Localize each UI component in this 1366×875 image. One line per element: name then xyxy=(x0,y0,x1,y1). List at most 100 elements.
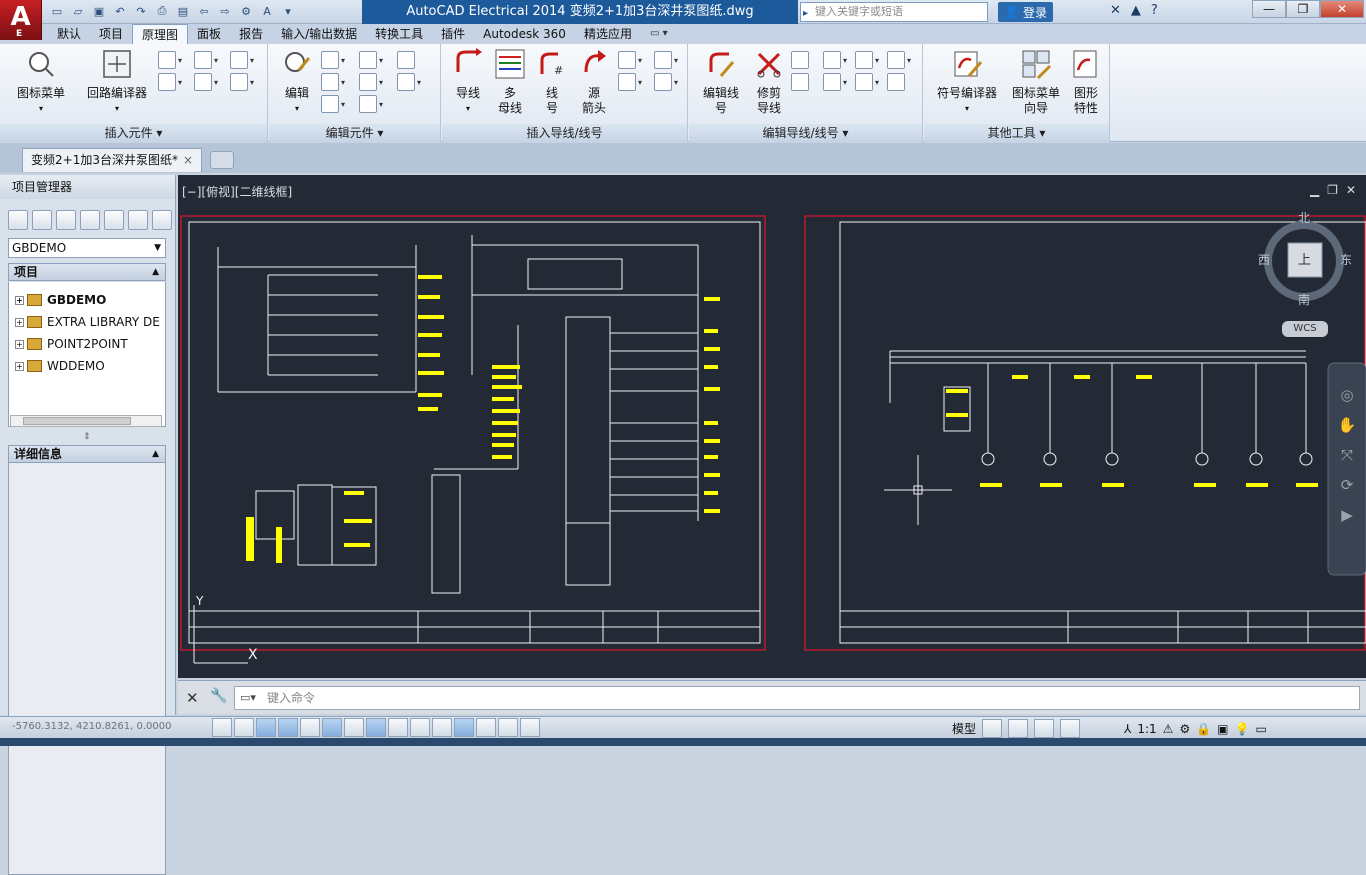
forward-icon[interactable]: ⇨ xyxy=(216,2,234,20)
tree-item-point2point[interactable]: + POINT2POINT xyxy=(15,334,128,354)
new-tab-button[interactable] xyxy=(210,151,234,169)
align-button[interactable] xyxy=(397,50,427,70)
selection-cycling-toggle[interactable] xyxy=(498,718,518,737)
expand-icon[interactable]: + xyxy=(15,295,24,305)
graphic-props-button[interactable]: 图形 特性 xyxy=(1068,48,1104,116)
open-icon[interactable]: ▱ xyxy=(69,2,87,20)
pan-icon[interactable]: ✋ xyxy=(1334,410,1360,440)
close-button[interactable]: ✕ xyxy=(1320,0,1364,18)
projects-header[interactable]: 项目 ▲ xyxy=(8,263,166,281)
hardware-acceleration-icon[interactable]: ▣ xyxy=(1217,722,1228,736)
jumper-button[interactable]: ▾ xyxy=(618,72,648,92)
new-project-icon[interactable] xyxy=(32,210,52,230)
insert-hydraulic-button[interactable]: ▾ xyxy=(194,50,224,70)
tab-schematic[interactable]: 原理图 xyxy=(132,24,189,44)
trim-wire-button[interactable]: 修剪 导线 xyxy=(749,48,789,116)
annotation-scale-icon[interactable]: ⅄ xyxy=(1124,722,1131,736)
object-snap-tracking-toggle[interactable] xyxy=(366,718,386,737)
quick-view-icon[interactable] xyxy=(1034,719,1055,738)
workspace-icon[interactable]: ⚙ xyxy=(1179,722,1190,736)
scoot-button[interactable]: ▾ xyxy=(359,72,389,92)
login-button[interactable]: 👤 登录 xyxy=(998,2,1053,22)
panel-title-other-tools[interactable]: 其他工具 ▾ xyxy=(924,124,1109,142)
delete-component-button[interactable]: ▾ xyxy=(321,50,351,70)
edit-wire-number-button[interactable]: 编辑线 号 xyxy=(699,48,743,116)
infer-constraints-toggle[interactable] xyxy=(212,718,232,737)
search-input[interactable]: ▸ 键入关键字或短语 xyxy=(800,2,988,22)
drawing-viewport[interactable]: [−][俯视][二维线框] ▁ ❐ ✕ Y X 北 南 东 西 上 WCS ◎ … xyxy=(178,175,1366,678)
toggle-no-nc-button[interactable]: ▾ xyxy=(397,72,427,92)
object-snap-toggle[interactable] xyxy=(322,718,342,737)
quick-view-drawings-icon[interactable] xyxy=(1060,719,1081,738)
text-icon[interactable]: A xyxy=(258,2,276,20)
redo-icon[interactable]: ↷ xyxy=(132,2,150,20)
settings-icon[interactable]: ⚙ xyxy=(237,2,255,20)
close-command-line-icon[interactable]: ✕ xyxy=(186,689,199,707)
clean-screen-icon[interactable]: ▭ xyxy=(1255,722,1266,736)
transparency-toggle[interactable] xyxy=(454,718,474,737)
viewcube-west[interactable]: 西 xyxy=(1258,251,1270,268)
wcs-menu[interactable]: WCS xyxy=(1282,321,1328,337)
collapse-details-icon[interactable]: ▲ xyxy=(152,446,159,462)
expand-icon[interactable]: + xyxy=(15,317,24,327)
annotation-visibility-icon[interactable]: ⚠ xyxy=(1163,722,1174,736)
steering-wheel-icon[interactable]: ◎ xyxy=(1334,380,1360,410)
plot-icon[interactable]: ⎙ xyxy=(153,2,171,20)
circuit-builder-button[interactable]: 回路编译器 ▾ xyxy=(84,48,150,116)
tab-featured-apps[interactable]: 精选应用 xyxy=(575,24,641,44)
delete-wire-number-button[interactable] xyxy=(791,50,821,70)
tree-horizontal-scrollbar[interactable] xyxy=(10,415,162,427)
tree-item-extra-library[interactable]: + EXTRA LIBRARY DE xyxy=(15,312,160,332)
back-icon[interactable]: ⇦ xyxy=(195,2,213,20)
wire-layer-button[interactable] xyxy=(887,72,917,92)
panel-title-edit-components[interactable]: 编辑元件 ▾ xyxy=(269,124,440,142)
lock-icon[interactable]: 🔒 xyxy=(1196,722,1211,736)
tab-reports[interactable]: 报告 xyxy=(230,24,272,44)
isolate-objects-icon[interactable]: 💡 xyxy=(1235,722,1250,736)
tab-default[interactable]: 默认 xyxy=(48,24,90,44)
annotation-monitor-toggle[interactable] xyxy=(520,718,540,737)
insert-connector-button[interactable]: ▾ xyxy=(230,72,260,92)
check-wire-button[interactable]: ▾ xyxy=(855,72,885,92)
viewcube-east[interactable]: 东 xyxy=(1340,251,1352,268)
insert-plc-button[interactable]: ▾ xyxy=(158,72,188,92)
grid-display-toggle[interactable] xyxy=(256,718,276,737)
viewcube-north[interactable]: 北 xyxy=(1298,209,1310,226)
lineweight-toggle[interactable] xyxy=(432,718,452,737)
application-menu-button[interactable]: AE xyxy=(0,0,42,40)
zoom-extents-icon[interactable]: ⤧ xyxy=(1334,440,1360,470)
icon-menu-wizard-button[interactable]: 图标菜单 向导 xyxy=(1008,48,1064,116)
orbit-icon[interactable]: ⟳ xyxy=(1334,470,1360,500)
exchange-icon[interactable]: ✕ xyxy=(1110,3,1121,18)
stay-connected-icon[interactable]: ▲ xyxy=(1131,3,1141,18)
model-space-button[interactable]: 模型 xyxy=(952,720,976,737)
minimize-button[interactable]: — xyxy=(1252,0,1286,18)
tab-panel[interactable]: 面板 xyxy=(188,24,230,44)
icon-menu-button[interactable]: 图标菜单 ▾ xyxy=(10,48,72,116)
tab-autodesk-360[interactable]: Autodesk 360 xyxy=(474,24,575,44)
new-icon[interactable]: ▭ xyxy=(48,2,66,20)
viewcube-top[interactable]: 上 xyxy=(1298,249,1311,268)
retag-button[interactable]: ▾ xyxy=(359,94,389,114)
project-select[interactable]: GBDEMO ▼ xyxy=(8,238,166,258)
layout-2-icon[interactable] xyxy=(1008,719,1029,738)
ribbon-minimize-icon[interactable]: ▭ ▾ xyxy=(641,24,677,44)
move-component-button[interactable]: ▾ xyxy=(359,50,389,70)
ladder-button[interactable]: ▾ xyxy=(618,50,648,70)
dropdown-icon[interactable]: ▾ xyxy=(279,2,297,20)
scrollbar-thumb[interactable] xyxy=(23,417,131,425)
restore-button[interactable]: ❐ xyxy=(1286,0,1320,18)
showmotion-icon[interactable]: ▶ xyxy=(1334,500,1360,530)
tree-item-wddemo[interactable]: + WDDEMO xyxy=(15,356,105,376)
dynamic-ucs-toggle[interactable] xyxy=(388,718,408,737)
attribute-button[interactable]: ▾ xyxy=(321,94,351,114)
wire-number-button[interactable]: # 线 号 xyxy=(534,48,570,116)
insert-pneumatic-button[interactable]: ▾ xyxy=(158,50,188,70)
gap-button[interactable]: ▾ xyxy=(654,72,684,92)
edit-button[interactable]: 编辑 ▾ xyxy=(277,48,317,116)
panel-title-insert-components[interactable]: 插入元件 ▾ xyxy=(0,124,267,142)
flip-wire-button[interactable] xyxy=(791,72,821,92)
refresh-icon[interactable] xyxy=(80,210,100,230)
project-settings-icon[interactable] xyxy=(152,210,172,230)
snap-mode-toggle[interactable] xyxy=(234,718,254,737)
